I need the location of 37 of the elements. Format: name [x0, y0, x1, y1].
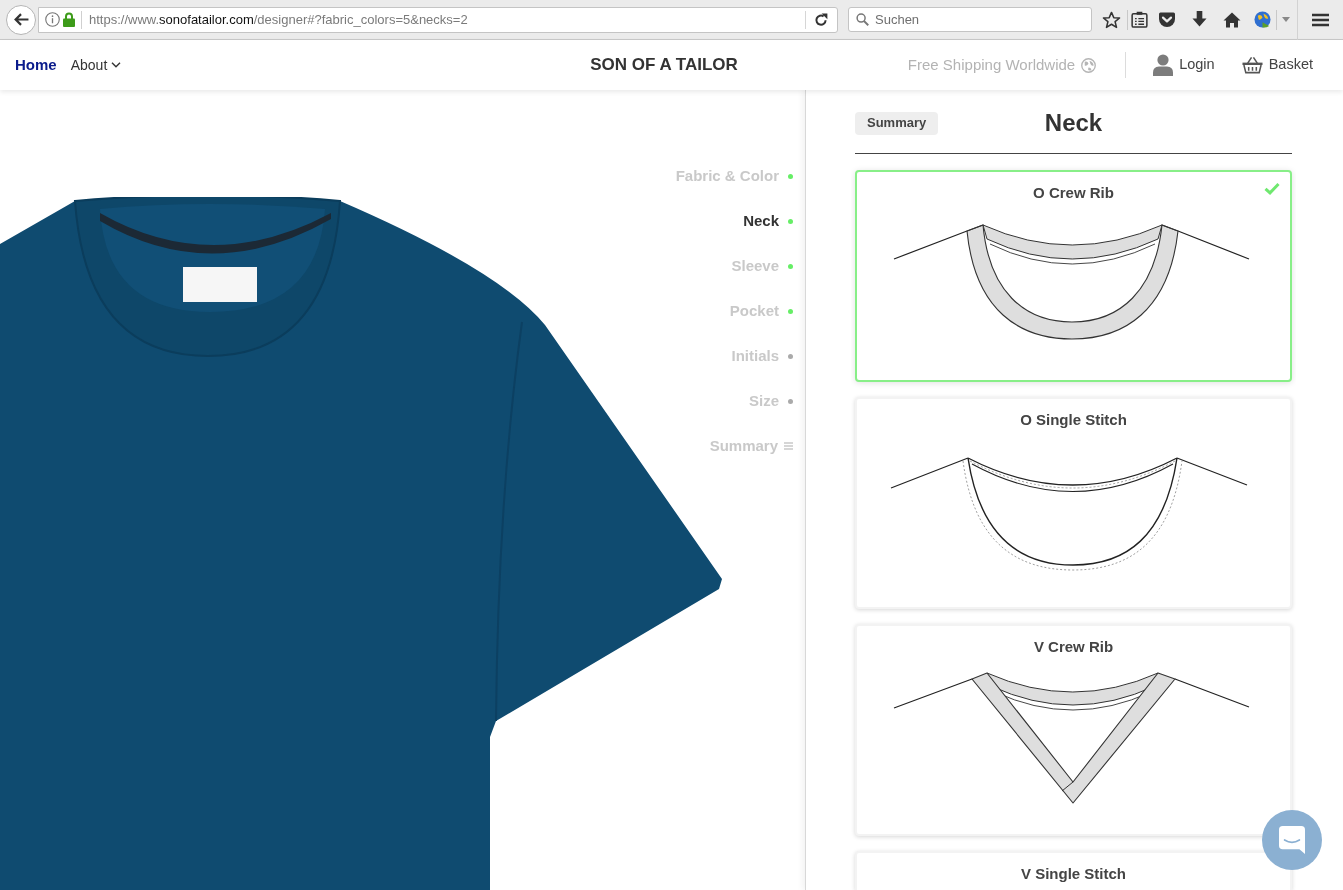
list-icon[interactable] — [1131, 11, 1148, 28]
chat-bubble-icon — [1279, 826, 1305, 854]
search-icon — [856, 13, 869, 26]
address-bar[interactable]: https://www.sonofatailor.com/designer#?fabric_colors=5&necks=2 — [38, 6, 838, 33]
arrow-left-icon — [13, 13, 29, 26]
nav-dropdown[interactable]: About — [70, 54, 122, 76]
neck-option-card[interactable]: O Single Stitch — [855, 397, 1292, 609]
star-icon[interactable] — [1102, 10, 1121, 29]
menu-icon[interactable] — [1312, 12, 1329, 27]
shipping-note: Free Shipping Worldwide — [907, 54, 1076, 75]
neck-option-card[interactable]: V Crew Rib — [855, 624, 1292, 836]
section-title: Neck — [1044, 108, 1103, 138]
login-link[interactable]: Login — [1153, 54, 1215, 76]
back-button[interactable] — [6, 4, 36, 35]
lock-icon[interactable] — [63, 12, 75, 27]
search-field[interactable]: Suchen — [848, 7, 1092, 32]
summary-button[interactable]: Summary — [855, 111, 939, 135]
person-icon — [1153, 54, 1174, 76]
basket-link[interactable]: Basket — [1241, 54, 1313, 76]
menu-icon — [784, 442, 793, 450]
step-link[interactable]: Neck — [743, 212, 793, 230]
checkmark-icon — [1264, 182, 1280, 195]
chevron-shield-icon[interactable] — [1158, 11, 1176, 28]
info-icon[interactable] — [45, 12, 60, 27]
caret-down-icon[interactable] — [1282, 17, 1290, 22]
neck-option-card[interactable]: O Crew Rib — [855, 170, 1292, 382]
basket-icon — [1241, 56, 1263, 74]
url-text: https://www.sonofatailor.com/designer#?fabric_colors=5&necks=2 — [89, 11, 468, 28]
site-logo[interactable]: SON OF A TAILOR — [590, 52, 738, 78]
chevron-down-icon — [111, 62, 122, 68]
globe-icon[interactable] — [1254, 11, 1271, 28]
arrow-down-icon[interactable] — [1192, 11, 1207, 28]
nav-link[interactable]: Home — [15, 53, 57, 77]
reload-icon[interactable] — [814, 12, 828, 27]
neck-option-card[interactable]: V Single Stitch — [855, 851, 1292, 890]
globe-icon — [1081, 57, 1097, 73]
home-icon[interactable] — [1223, 11, 1241, 28]
